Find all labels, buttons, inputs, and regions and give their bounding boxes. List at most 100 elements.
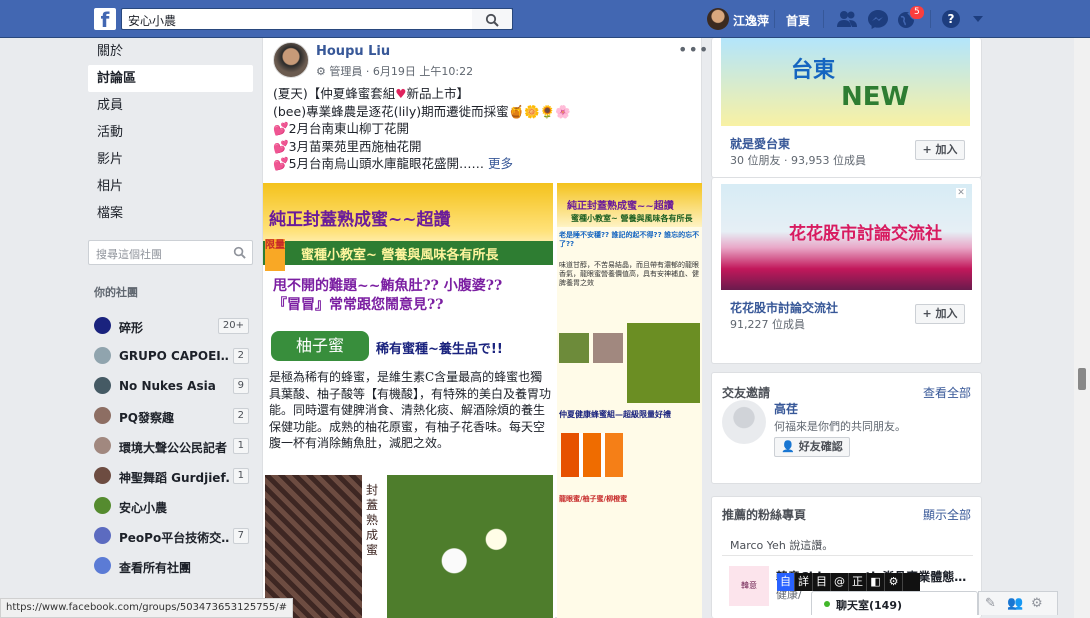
close-icon[interactable]: ✕ [956, 188, 966, 198]
friend-requests-card: 交友邀請 查看全部 高荏 何福來是你們的共同朋友。 👤 好友確認 [711, 372, 982, 484]
divider [774, 10, 775, 28]
group-label: 碎形 [119, 321, 144, 335]
group-list-item[interactable]: 碎形 20+ [88, 312, 253, 342]
group-icon [94, 347, 111, 364]
post-card: Houpu Liu ⚙ 管理員 · 6月19日 上午10:22 ••• (夏天)… [262, 38, 708, 618]
post-options-icon[interactable]: ••• [678, 40, 709, 59]
group-icon [94, 497, 111, 514]
ime-mode-button[interactable]: 自 [777, 573, 795, 591]
post-line: 新品上市】 [406, 86, 469, 101]
longan-tree-photo [627, 323, 700, 403]
ime-keyboard-button[interactable]: ◧ [867, 573, 885, 591]
side-photo-question: 老是睡不安穩?? 誰記的起不得?? 誰忘的忘不了?? [559, 231, 700, 248]
group-unread-count: 1 [232, 468, 249, 484]
honeycomb-photo [265, 475, 362, 618]
heart-icon: 💕 [273, 121, 289, 136]
see-all-link[interactable]: 查看全部 [923, 384, 971, 401]
create-group-icon[interactable]: 👥 [1007, 596, 1023, 611]
post-role: 管理員 [329, 65, 363, 78]
ime-button[interactable]: 目 [813, 573, 831, 591]
group-unread-count: 7 [232, 528, 249, 544]
home-link[interactable]: 首頁 [786, 12, 810, 29]
group-cover-image[interactable]: 花花股市討論交流社 ✕ [721, 184, 972, 290]
group-unread-count: 2 [232, 408, 249, 424]
side-photo-combo: 龍眼蜜/柚子蜜/柳橙蜜 [559, 495, 628, 503]
post-text: (夏天)【仲夏蜂蜜套組♥新品上市】 (bee)專業蜂農是逐花(lily)期而遷徙… [273, 85, 693, 173]
chat-settings-icon[interactable]: ⚙ [1031, 596, 1043, 611]
post-photo-side[interactable]: 純正封蓋熟成蜜~~超讚 蜜種小教室~ 營養與風味各有所長 老是睡不安穩?? 誰記… [557, 183, 702, 618]
nav-events[interactable]: 活動 [88, 119, 253, 146]
post-photo-main[interactable]: 純正封蓋熟成蜜~~超讚 蜜種小教室~ 營養與風味各有所長 限量 甩不開的難題~~… [263, 183, 555, 618]
group-search-input[interactable]: 搜尋這個社團 [88, 240, 253, 265]
nav-members[interactable]: 成員 [88, 92, 253, 119]
group-list-item[interactable]: 環境大聲公公民記者 1 [88, 432, 253, 462]
group-unread-count: 2 [232, 348, 249, 364]
group-list-item[interactable]: 查看所有社團 [88, 552, 253, 582]
post-line: (夏天)【仲夏蜂蜜套組 [273, 86, 396, 101]
scrollbar-thumb[interactable] [1078, 368, 1086, 390]
group-label: PQ發察趣 [119, 411, 174, 425]
facebook-logo-icon[interactable]: f [94, 8, 116, 30]
page-scrollbar[interactable] [1074, 38, 1090, 618]
nav-files[interactable]: 檔案 [88, 200, 253, 227]
page-thumbnail[interactable]: 韓意 [729, 566, 769, 606]
yuzu-honey-tag: 柚子蜜 [271, 331, 369, 361]
group-list-item[interactable]: PeoPo平台技術交… 7 [88, 522, 253, 552]
show-all-link[interactable]: 顯示全部 [923, 506, 971, 523]
post-meta: ⚙ 管理員 · 6月19日 上午10:22 [316, 63, 473, 79]
user-avatar[interactable] [707, 8, 729, 30]
nav-videos[interactable]: 影片 [88, 146, 253, 173]
post-author[interactable]: Houpu Liu [316, 44, 390, 59]
nav-photos[interactable]: 相片 [88, 173, 253, 200]
ime-settings-icon[interactable]: ⚙ [885, 573, 903, 591]
ime-detail-button[interactable]: 詳 [795, 573, 813, 591]
new-message-icon[interactable]: ✎ [985, 596, 996, 611]
group-list-item[interactable]: No Nukes Asia 9 [88, 372, 253, 402]
user-name-link[interactable]: 江逸萍 [733, 12, 769, 29]
notification-count-badge: 5 [909, 5, 925, 20]
group-list-item[interactable]: 神聖舞蹈 Gurdjief… 1 [88, 462, 253, 492]
group-label: No Nukes Asia [119, 379, 216, 393]
ime-full-width-button[interactable]: 正 [849, 573, 867, 591]
messenger-icon[interactable] [867, 9, 889, 29]
divider [930, 10, 931, 28]
sealed-honey-text: 封蓋熟成蜜 [366, 483, 379, 557]
ime-toolbar: 自 詳 目 @ 正 ◧ ⚙ [777, 573, 920, 591]
suggested-group-stats: 91,227 位成員 [730, 318, 805, 331]
heart-icon: 💕 [273, 156, 289, 171]
search-icon [485, 13, 499, 27]
cover-title: 花花股市討論交流社 [789, 224, 942, 244]
group-icon [94, 437, 111, 454]
see-more-link[interactable]: 更多 [488, 156, 513, 171]
search-icon [233, 246, 246, 259]
suggested-group-name[interactable]: 花花股市討論交流社 [730, 299, 838, 316]
post-date[interactable]: 6月19日 上午10:22 [373, 65, 473, 78]
nav-about[interactable]: 關於 [88, 38, 253, 65]
group-list-item[interactable]: PQ發察趣 2 [88, 402, 253, 432]
photo-headline-line: 甩不開的難題~~鮪魚肚?? 小腹婆?? [273, 278, 503, 294]
friend-avatar[interactable] [722, 400, 766, 444]
group-unread-count: 1 [232, 438, 249, 454]
friend-name[interactable]: 高荏 [774, 400, 798, 417]
search-button[interactable] [472, 8, 513, 30]
chat-tray: ✎ 👥 ⚙ [978, 591, 1058, 615]
group-list-item[interactable]: 安心小農 [88, 492, 253, 522]
search-input[interactable]: 安心小農 [121, 8, 513, 30]
friend-requests-icon[interactable] [836, 9, 858, 29]
account-menu-caret-icon[interactable] [973, 16, 983, 22]
confirm-friend-button[interactable]: 👤 好友確認 [774, 437, 850, 457]
author-avatar[interactable] [273, 42, 309, 78]
nav-discussion[interactable]: 討論區 [88, 65, 253, 92]
top-navbar: f 安心小農 江逸萍 首頁 5 ? [0, 0, 1090, 38]
photo-body-text: 是極為稀有的蜂蜜，是維生素C含量最高的蜂蜜也獨具葉酸、柚子酸等【有機酸】，有特殊… [269, 370, 552, 450]
chat-bar[interactable]: 聊天室(149) [811, 591, 978, 615]
post-line: 5月台南烏山頭水庫龍眼花盛開…… [288, 156, 485, 171]
help-icon[interactable]: ? [942, 10, 960, 28]
ime-symbol-button[interactable]: @ [831, 573, 849, 591]
group-unread-count: 9 [232, 378, 249, 394]
group-search-placeholder: 搜尋這個社團 [96, 248, 162, 261]
group-list-item[interactable]: GRUPO CAPOEI… 2 [88, 342, 253, 372]
your-groups-heading: 你的社團 [94, 286, 138, 299]
mutual-friend-text: 何福來是你們的共同朋友。 [774, 420, 906, 433]
join-group-button[interactable]: + 加入 [915, 304, 965, 324]
